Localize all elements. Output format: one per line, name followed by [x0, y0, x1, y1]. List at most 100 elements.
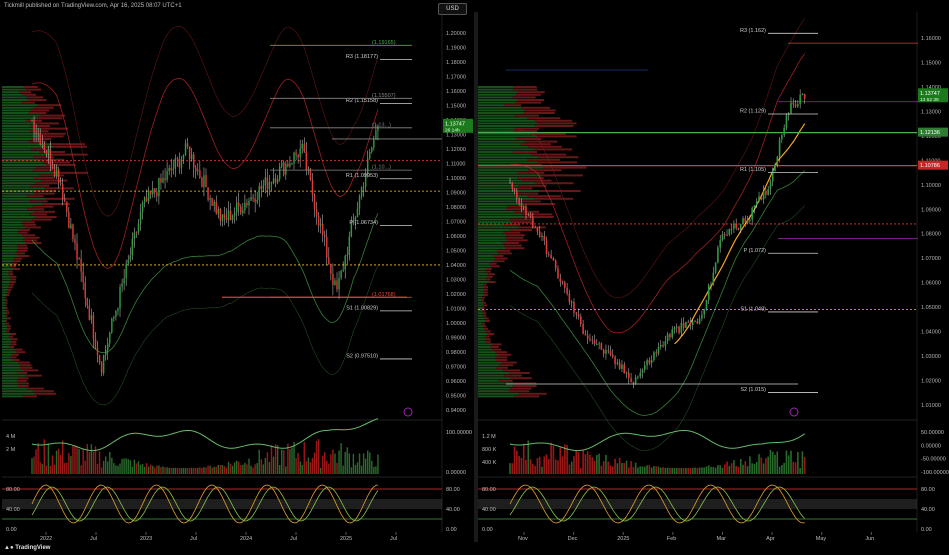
volume-bar [614, 458, 616, 474]
chart-panel-right[interactable]: R3 (1.162) R2 (1.129) R1 (1.105) P (1.072) S… [478, 12, 949, 542]
volume-profile-bar [478, 99, 518, 101]
volume-profile-bar [2, 208, 28, 211]
candle-body [324, 234, 326, 237]
volume-bar [223, 466, 226, 474]
volume-profile-bar [478, 281, 489, 283]
volume-profile-bar [478, 390, 509, 393]
price-axis-label: 1.04000 [921, 329, 941, 335]
tradingview-logo[interactable]: ▲● TradingView [4, 542, 50, 555]
volume-bar [264, 457, 267, 474]
volume-bar [158, 465, 160, 474]
candle-body [307, 168, 310, 170]
candle-body [244, 202, 246, 211]
volume-bar [57, 448, 60, 474]
candle-body [287, 163, 289, 167]
oscillator-axis-label: 0.00 [482, 527, 493, 533]
volume-profile-bar [478, 387, 511, 390]
volume-bar [600, 465, 603, 474]
volume-profile-bar [505, 236, 524, 239]
lightning-icon[interactable] [789, 407, 799, 417]
volume-profile-bar [524, 203, 556, 205]
volume-profile-bar [491, 265, 500, 268]
volume-profile-bar [2, 265, 11, 268]
pivot-label: S1 (1.00829) [346, 305, 378, 311]
candle-body [785, 115, 788, 128]
candle-body [518, 197, 520, 204]
volume-profile-bar [2, 262, 12, 265]
candle-body [765, 190, 767, 195]
candle-body [543, 235, 546, 241]
volume-bar [41, 463, 43, 474]
lightning-icon[interactable] [403, 407, 413, 417]
volume-profile-bar [10, 340, 17, 343]
pivot-label: R2 (1.129) [740, 108, 766, 114]
candle-body [166, 171, 168, 181]
volume-bar [55, 450, 58, 474]
volume-bar [797, 451, 799, 474]
volume-profile-bar [478, 195, 528, 198]
volume-bar [666, 467, 669, 474]
volume-profile-bar [21, 234, 36, 237]
volume-bar [769, 449, 772, 474]
volume-right-label: 0.00000 [446, 470, 466, 476]
oscillator-axis-label: 80.00 [921, 487, 935, 493]
price-axis-label: 1.03000 [446, 277, 466, 283]
volume-bar [211, 467, 213, 474]
volume-bar [184, 467, 187, 474]
candle-body [156, 192, 158, 197]
volume-profile-bar [2, 392, 35, 395]
candle-body [131, 238, 134, 256]
candle-body [299, 148, 301, 158]
volume-profile-bar [21, 101, 35, 104]
volume-profile-bar [488, 273, 495, 276]
volume-bar [536, 458, 539, 474]
candle-body [125, 263, 127, 279]
candle-body [338, 277, 340, 290]
volume-bar [570, 461, 573, 474]
candle-body [223, 214, 226, 218]
candle-body [123, 278, 125, 284]
volume-profile-bar [535, 197, 574, 200]
left-chart-svg[interactable]: R3 (1.18177)R2 (1.15158)R1 (1.09953)P (1… [2, 12, 474, 542]
price-axis-label: 1.16000 [921, 36, 941, 42]
volume-profile-bar [12, 359, 20, 361]
volume-bar [193, 467, 195, 474]
volume-profile-bar [485, 338, 491, 341]
volume-profile-bar [530, 153, 567, 156]
candle-body [573, 301, 575, 313]
volume-bar [726, 461, 728, 474]
volume-profile-bar [39, 151, 66, 153]
candle-body [689, 322, 692, 325]
volume-bar [344, 451, 346, 474]
right-chart-svg[interactable]: R3 (1.162) R2 (1.129) R1 (1.105) P (1.072) S… [478, 12, 949, 542]
price-axis-label: 1.08000 [921, 232, 941, 238]
pivot-label: S1 (1.048) [740, 306, 766, 312]
volume-profile-bar [2, 359, 13, 361]
volume-profile-bar [478, 86, 514, 88]
candle-body [575, 312, 578, 315]
volume-bar [115, 465, 117, 474]
volume-bar [256, 463, 258, 474]
volume-bar [641, 466, 644, 474]
candle-body [33, 120, 35, 133]
volume-profile-bar [2, 249, 18, 252]
chart-panel-left[interactable]: R3 (1.18177) R2 (1.15158) R1 (1.09953) P (1… [2, 12, 474, 542]
price-axis-label: 1.02000 [921, 378, 941, 384]
candle-body [137, 223, 140, 233]
oscillator-axis-label: 80.00 [6, 487, 20, 493]
volume-bar [64, 463, 66, 474]
volume-bar [758, 454, 760, 474]
volume-profile-bar [478, 359, 496, 361]
volume-bar [240, 465, 242, 474]
volume-profile-bar [478, 322, 483, 325]
volume-profile-bar [2, 93, 23, 96]
volume-profile-bar [2, 210, 34, 213]
volume-profile-bar [4, 296, 7, 299]
currency-selector[interactable]: USD [438, 3, 467, 15]
volume-profile-bar [15, 252, 25, 255]
volume-bar [350, 467, 353, 474]
volume-bar [646, 465, 648, 474]
volume-profile-bar [2, 125, 31, 127]
candle-body [121, 283, 123, 288]
candle-body [76, 243, 78, 260]
